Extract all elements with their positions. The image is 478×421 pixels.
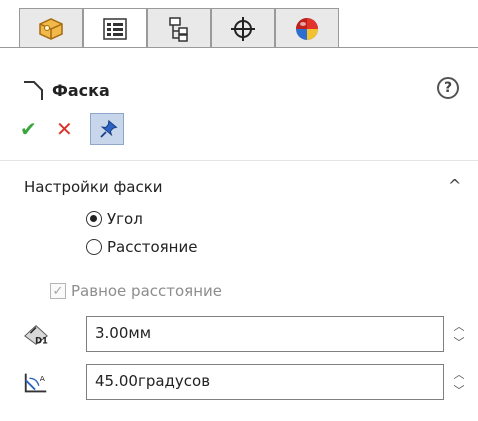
radio-angle-label: Угол [107,210,143,228]
configuration-manager-icon [169,16,188,42]
tab-configuration-manager[interactable] [147,8,211,48]
equal-distance-checkbox[interactable]: ✓ Равное расстояние [50,282,222,300]
tab-display-manager[interactable] [275,8,339,48]
keep-visible-button[interactable] [90,113,124,145]
display-manager-icon [296,17,318,40]
angle-spinner[interactable]: ︿ ﹀ [452,366,466,398]
feature-title-row: Фаска [22,78,110,102]
help-button[interactable]: ? [437,77,459,99]
angle-field-row: A 45.00градусов ︿ ﹀ [22,364,465,402]
feature-manager-icon [39,17,63,40]
svg-text:A: A [40,374,46,383]
checkmark-icon[interactable]: ✓ [50,283,66,299]
cancel-button[interactable]: ✕ [56,117,86,141]
chamfer-icon [24,81,43,100]
property-manager-icon [103,18,127,40]
chamfer-settings-section: Настройки фаски ^ Угол Расстояние ✓ Равн… [0,166,478,421]
ok-button[interactable]: ✔ [20,117,46,141]
header-separator [0,160,478,161]
spin-up-icon[interactable]: ︿ [454,366,465,382]
angle-input[interactable]: 45.00градусов [86,364,444,400]
tab-dimxpert-manager[interactable] [211,8,275,48]
tab-feature-manager[interactable] [19,8,83,48]
spin-down-icon[interactable]: ﹀ [454,334,465,350]
distance-input[interactable]: 3.00мм [86,316,444,352]
dimxpert-manager-icon [231,16,255,41]
svg-text:D1: D1 [35,335,48,345]
equal-distance-label: Равное расстояние [71,282,222,300]
section-title: Настройки фаски [24,178,163,196]
radio-distance-label: Расстояние [107,238,198,256]
spin-up-icon[interactable]: ︿ [454,318,465,334]
angle-icon: A [24,373,47,393]
feature-title: Фаска [52,80,110,100]
radio-distance-indicator[interactable] [86,239,102,255]
distance-spinner[interactable]: ︿ ﹀ [452,318,466,350]
distance-d1-icon: D1 [24,325,48,345]
property-manager-panel: Фаска ? ✔ ✕ Настройки фаски ^ Угол Расст… [0,48,478,421]
action-buttons: ✔ ✕ [20,112,124,146]
radio-angle-indicator[interactable] [86,211,102,227]
tab-property-manager[interactable] [83,8,147,49]
pushpin-icon [100,119,118,138]
radio-distance[interactable]: Расстояние [86,238,197,256]
chevron-up-icon[interactable]: ^ [448,176,461,195]
spin-down-icon[interactable]: ﹀ [454,382,465,398]
radio-angle[interactable]: Угол [86,210,143,228]
distance-field-row: D1 3.00мм ︿ ﹀ [22,316,465,354]
help-icon: ? [443,80,453,96]
manager-tab-bar [0,0,478,49]
